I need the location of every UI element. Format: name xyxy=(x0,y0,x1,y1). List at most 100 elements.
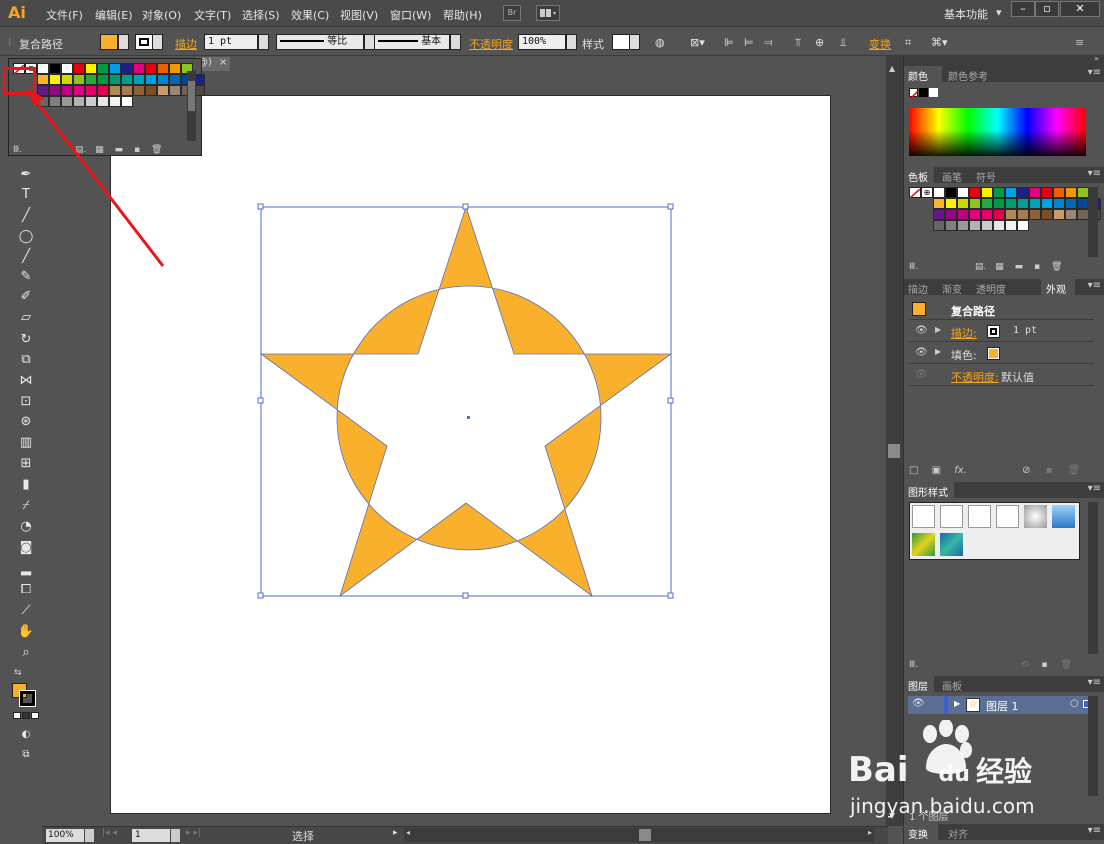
swatch-0-2[interactable] xyxy=(957,187,969,198)
artboard-tool-icon[interactable]: ⧠ xyxy=(16,581,36,599)
swatch-1-2[interactable] xyxy=(61,74,73,85)
swatch-1-11[interactable] xyxy=(169,74,181,85)
swatch-0-6[interactable] xyxy=(1005,187,1017,198)
swatch-3-3[interactable] xyxy=(73,96,85,107)
transform-panel-link[interactable]: 变换 xyxy=(869,36,891,52)
swatch-1-8[interactable] xyxy=(1029,198,1041,209)
next-artboard-icon[interactable]: ▸ ▸| xyxy=(186,828,201,838)
swatch-0-4[interactable] xyxy=(85,63,97,74)
tab-color-guide[interactable]: 颜色参考 xyxy=(948,68,988,83)
align-left-icon[interactable]: ⊫ xyxy=(724,36,734,49)
swatch-0-7[interactable] xyxy=(121,63,133,74)
menu-window[interactable]: 窗口(W) xyxy=(390,7,431,23)
swatch-2-3[interactable] xyxy=(969,209,981,220)
close-document-icon[interactable]: × xyxy=(219,57,227,68)
style-8[interactable] xyxy=(940,533,963,556)
close-button[interactable]: ✕ xyxy=(1060,1,1100,17)
swatch-1-7[interactable] xyxy=(1017,198,1029,209)
type-tool-icon[interactable]: T xyxy=(16,186,36,204)
break-link-icon[interactable]: ⟲ xyxy=(1021,660,1029,670)
swatch-3-1[interactable] xyxy=(945,220,957,231)
popup-scrollbar[interactable] xyxy=(187,71,196,141)
zoom-dropdown[interactable] xyxy=(85,829,94,842)
swatch-1-4[interactable] xyxy=(981,198,993,209)
none-mode-icon[interactable] xyxy=(31,712,39,719)
swatch-2-10[interactable] xyxy=(1053,209,1065,220)
tab-graphic-styles[interactable]: 图形样式 xyxy=(908,484,948,499)
eyedropper-tool-icon[interactable]: ⌿ xyxy=(16,497,36,515)
horizontal-scrollbar[interactable]: ◂ ▸ xyxy=(404,828,874,842)
swatch-libraries-icon[interactable]: Ⅲ. xyxy=(909,262,918,272)
arrange-documents-button[interactable] xyxy=(536,5,560,21)
swatch-1-5[interactable] xyxy=(993,198,1005,209)
swatch-3-6[interactable] xyxy=(109,96,121,107)
color-mode-icon[interactable] xyxy=(13,712,21,719)
opacity-field[interactable]: 100% xyxy=(518,34,566,50)
graphic-styles-menu-icon[interactable]: ▾≡ xyxy=(1088,483,1101,494)
swatch-3-4[interactable] xyxy=(85,96,97,107)
swatch-0-6[interactable] xyxy=(109,63,121,74)
vertical-scrollbar[interactable]: ▲ ▼ xyxy=(886,56,903,826)
swatches-panel-menu-icon[interactable]: ▾≡ xyxy=(1088,168,1101,179)
layer-row[interactable]: 👁 ▶ ☆ 图层 1 ○ xyxy=(908,696,1094,714)
delete-swatch-icon[interactable]: 🗑 xyxy=(151,145,162,155)
workspace-switcher[interactable]: 基本功能 xyxy=(944,6,988,22)
pencil-tool-icon[interactable]: ✎ xyxy=(16,268,36,286)
swatch-0-9[interactable] xyxy=(145,63,157,74)
swatch-0-9[interactable] xyxy=(1041,187,1053,198)
color-panel-menu-icon[interactable]: ▾≡ xyxy=(1088,67,1101,78)
swatch-0-11[interactable] xyxy=(1065,187,1077,198)
scroll-up-icon[interactable]: ▲ xyxy=(889,64,895,73)
screen-mode-icon[interactable]: ⧉ xyxy=(16,746,36,764)
add-effect-icon[interactable]: fx. xyxy=(954,465,967,476)
h-scroll-thumb[interactable] xyxy=(639,829,651,841)
add-stroke-icon[interactable]: □ xyxy=(909,465,918,476)
swatch-3-3[interactable] xyxy=(969,220,981,231)
swatch-2-4[interactable] xyxy=(85,85,97,96)
swatch-3-5[interactable] xyxy=(993,220,1005,231)
first-artboard-icon[interactable]: |◂ ◂ xyxy=(102,828,117,838)
free-transform-tool-icon[interactable]: ⊡ xyxy=(16,393,36,411)
stroke-visibility-icon[interactable]: 👁 xyxy=(915,325,928,336)
minimize-button[interactable]: – xyxy=(1011,1,1035,17)
swatch-2-2[interactable] xyxy=(61,85,73,96)
swatch-3-2[interactable] xyxy=(61,96,73,107)
opacity-panel-link[interactable]: 不透明度 xyxy=(469,36,513,52)
new-swatch-button-icon[interactable]: ▪ xyxy=(1034,262,1040,272)
pen-tool-icon[interactable]: ✒ xyxy=(16,166,36,184)
width-tool-icon[interactable]: ⋈ xyxy=(16,372,36,390)
style-libraries-icon[interactable]: Ⅲ. xyxy=(909,660,918,670)
swatch-2-8[interactable] xyxy=(1029,209,1041,220)
stroke-panel-link[interactable]: 描边 xyxy=(175,36,197,52)
swatch-3-7[interactable] xyxy=(121,96,133,107)
isolate-icon[interactable]: ⌗ xyxy=(905,36,911,50)
swatch-1-1[interactable] xyxy=(49,74,61,85)
graphic-styles-scrollbar[interactable] xyxy=(1088,502,1098,654)
tab-color[interactable]: 颜色 xyxy=(908,68,928,83)
symbol-sprayer-tool-icon[interactable]: ◙ xyxy=(16,539,36,557)
stroke-expand-icon[interactable]: ▶ xyxy=(935,325,941,334)
swatch-1-10[interactable] xyxy=(157,74,169,85)
ellipse-tool-icon[interactable]: ◯ xyxy=(16,228,36,246)
swatch-3-6[interactable] xyxy=(1005,220,1017,231)
swatch-1-3[interactable] xyxy=(73,74,85,85)
tab-gradient[interactable]: 渐变 xyxy=(942,281,962,296)
swatch-2-6[interactable] xyxy=(109,85,121,96)
style-5[interactable] xyxy=(1024,505,1047,528)
menu-effect[interactable]: 效果(C) xyxy=(291,7,329,23)
swap-colors-icon[interactable]: ⇆ xyxy=(14,668,22,678)
appearance-stroke-row[interactable]: 👁 ▶ 描边: 1 pt xyxy=(909,322,1094,342)
swatch-1-6[interactable] xyxy=(109,74,121,85)
swatch-1-6[interactable] xyxy=(1005,198,1017,209)
style-default[interactable] xyxy=(912,505,935,528)
fill-swatch[interactable] xyxy=(100,34,118,50)
swatch-0-4[interactable] xyxy=(981,187,993,198)
paintbrush-tool-icon[interactable]: ╱ xyxy=(16,248,36,266)
artboard-dropdown[interactable] xyxy=(171,829,180,842)
blend-tool-icon[interactable]: ◔ xyxy=(16,518,36,536)
swatch-3-4[interactable] xyxy=(981,220,993,231)
swatch-3-2[interactable] xyxy=(957,220,969,231)
align-top-icon[interactable]: ⫪ xyxy=(795,36,801,50)
swatch-2-9[interactable] xyxy=(1041,209,1053,220)
swatch-3-5[interactable] xyxy=(97,96,109,107)
